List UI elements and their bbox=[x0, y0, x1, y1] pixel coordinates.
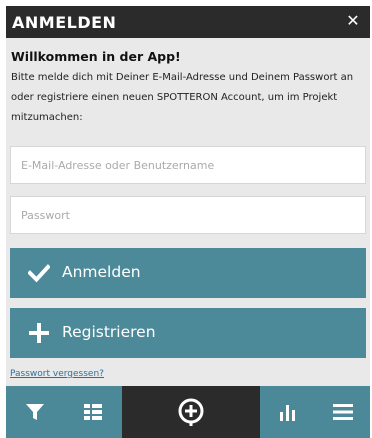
welcome-text-line: Bitte melde dich mit Deiner E-Mail-Adres… bbox=[11, 72, 354, 83]
app-screen: ANMELDEN ✕ Willkommen in der App! Bitte … bbox=[6, 6, 370, 438]
forgot-password-link[interactable]: Passwort vergessen? bbox=[10, 369, 104, 379]
register-button-label: Registrieren bbox=[62, 323, 156, 341]
plus-icon bbox=[29, 323, 49, 343]
username-input[interactable] bbox=[10, 146, 366, 184]
welcome-text-line: mitzumachen: bbox=[11, 112, 83, 123]
nav-add-spot[interactable] bbox=[122, 386, 260, 438]
nav-filter[interactable] bbox=[6, 386, 64, 438]
bottom-navigation bbox=[6, 386, 370, 438]
nav-list[interactable] bbox=[64, 386, 122, 438]
welcome-heading: Willkommen in der App! bbox=[11, 49, 181, 64]
register-button[interactable]: Registrieren bbox=[10, 308, 366, 358]
welcome-text-line: oder registriere einen neuen SPOTTERON A… bbox=[11, 92, 338, 103]
close-icon[interactable]: ✕ bbox=[344, 12, 362, 30]
add-spot-icon bbox=[178, 398, 204, 426]
login-button[interactable]: Anmelden bbox=[10, 248, 366, 298]
title-bar: ANMELDEN ✕ bbox=[6, 6, 370, 38]
nav-menu[interactable] bbox=[315, 386, 370, 438]
menu-icon bbox=[332, 404, 353, 420]
dialog-title: ANMELDEN bbox=[12, 13, 117, 32]
password-input[interactable] bbox=[10, 196, 366, 234]
checkmark-icon bbox=[28, 264, 50, 283]
stats-icon bbox=[279, 405, 295, 421]
filter-icon bbox=[26, 404, 44, 420]
welcome-text: Bitte melde dich mit Deiner E-Mail-Adres… bbox=[11, 68, 367, 128]
list-icon bbox=[84, 404, 102, 420]
nav-stats[interactable] bbox=[260, 386, 315, 438]
login-button-label: Anmelden bbox=[62, 263, 141, 281]
